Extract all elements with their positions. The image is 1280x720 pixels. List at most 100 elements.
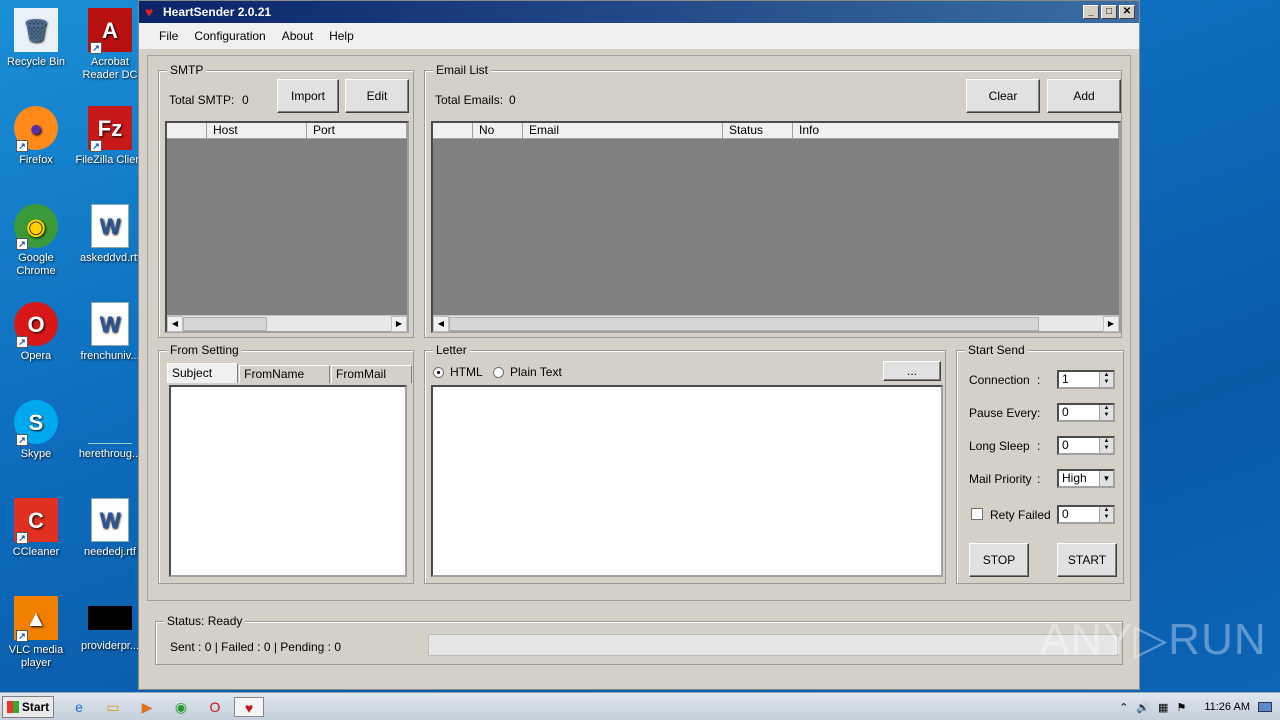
- email-col-info[interactable]: Info: [793, 123, 1119, 138]
- email-col-select[interactable]: [433, 123, 473, 138]
- explorer-icon[interactable]: ▭: [102, 697, 124, 717]
- tab-frommail-list[interactable]: FromMail List: [331, 365, 412, 398]
- smtp-col-select[interactable]: [167, 123, 207, 138]
- desktop-icon[interactable]: herethroug...: [72, 400, 148, 461]
- email-col-status[interactable]: Status: [723, 123, 793, 138]
- email-col-email[interactable]: Email: [523, 123, 723, 138]
- desktop-icon[interactable]: 🗑 Recycle Bin: [0, 8, 74, 69]
- long-sleep-value: 0: [1062, 438, 1069, 452]
- blank-file-icon: [88, 400, 132, 444]
- scroll-right-icon[interactable]: ▶: [391, 316, 407, 332]
- spin-arrows-icon[interactable]: ▲ ▼: [1099, 405, 1113, 420]
- start-button-taskbar[interactable]: Start: [2, 696, 54, 718]
- spin-arrows-icon[interactable]: ▲ ▼: [1099, 438, 1113, 453]
- desktop-icon[interactable]: O ↗ Opera: [0, 302, 74, 363]
- chrome-taskbar-icon[interactable]: ◉: [170, 697, 192, 717]
- import-button[interactable]: Import: [277, 79, 339, 113]
- tab-fromname-list[interactable]: FromName List: [239, 365, 330, 398]
- subject-list-textarea[interactable]: [169, 385, 407, 577]
- shortcut-arrow-icon: ↗: [90, 42, 102, 54]
- desktop-icon[interactable]: providerpr...: [72, 596, 148, 653]
- retry-failed-input[interactable]: 0 ▲ ▼: [1057, 505, 1115, 524]
- pause-every-input[interactable]: 0 ▲ ▼: [1057, 403, 1115, 422]
- long-sleep-label: Long Sleep: [969, 439, 1030, 453]
- client-area: SMTP Total SMTP: 0 Import Edit Host Port…: [147, 55, 1131, 601]
- smtp-grid[interactable]: Host Port ◀ ▶: [165, 121, 409, 333]
- title-bar[interactable]: ♥ HeartSender 2.0.21 _ □ ✕: [139, 1, 1139, 23]
- clock[interactable]: 11:26 AM: [1204, 701, 1250, 713]
- tray-chevron-icon[interactable]: ⌃: [1119, 701, 1128, 714]
- letter-body-textarea[interactable]: [431, 385, 943, 577]
- browse-button[interactable]: ...: [883, 361, 941, 381]
- scroll-left-icon[interactable]: ◀: [167, 316, 183, 332]
- desktop-icon-label: neededj.rtf: [84, 546, 136, 558]
- desktop-icon[interactable]: Wneededj.rtf: [72, 498, 148, 559]
- start-label: Start: [21, 700, 50, 714]
- minimize-button[interactable]: _: [1083, 5, 1099, 19]
- spin-arrows-icon[interactable]: ▲ ▼: [1099, 372, 1113, 387]
- show-desktop-icon[interactable]: [1258, 702, 1272, 712]
- scroll-thumb[interactable]: [449, 317, 1039, 331]
- desktop-icon[interactable]: A ↗ Acrobat Reader DC: [72, 8, 148, 82]
- add-button[interactable]: Add: [1047, 79, 1121, 113]
- media-player-icon[interactable]: ▶: [136, 697, 158, 717]
- filezilla-icon: Fz ↗: [88, 106, 132, 152]
- desktop-icon[interactable]: Fz ↗ FileZilla Client: [72, 106, 148, 167]
- edit-button[interactable]: Edit: [345, 79, 409, 113]
- total-smtp-value: 0: [242, 93, 249, 107]
- desktop-icon[interactable]: Wfrenchuniv...: [72, 302, 148, 363]
- start-send-group: Start Send Connection : 1 ▲ ▼ Pause Every…: [956, 343, 1124, 584]
- anyrun-watermark: ANY▷RUN: [1040, 615, 1267, 664]
- clear-button[interactable]: Clear: [966, 79, 1040, 113]
- desktop-icon[interactable]: C ↗ CCleaner: [0, 498, 74, 559]
- total-smtp-label: Total SMTP:: [169, 93, 235, 107]
- desktop-icon[interactable]: ◉ ↗ Google Chrome: [0, 204, 74, 278]
- smtp-hscroll[interactable]: ◀ ▶: [167, 315, 407, 332]
- desktop-icon[interactable]: Waskeddvd.rtf: [72, 204, 148, 265]
- tab-subject-list[interactable]: Subject List: [167, 363, 239, 399]
- email-col-no[interactable]: No: [473, 123, 523, 138]
- plain-text-radio[interactable]: Plain Text: [493, 365, 562, 379]
- menu-help[interactable]: Help: [321, 29, 362, 43]
- opera-taskbar-icon[interactable]: O: [204, 697, 226, 717]
- smtp-col-port[interactable]: Port: [307, 123, 407, 138]
- desktop-icon[interactable]: S ↗ Skype: [0, 400, 74, 461]
- mail-priority-value: High: [1062, 471, 1087, 485]
- priority-colon: :: [1037, 472, 1041, 486]
- desktop-icon[interactable]: ● ↗ Firefox: [0, 106, 74, 167]
- vlc-icon: ▲ ↗: [14, 596, 58, 642]
- email-hscroll[interactable]: ◀ ▶: [433, 315, 1119, 332]
- retry-failed-checkbox[interactable]: [971, 508, 983, 520]
- smtp-col-host[interactable]: Host: [207, 123, 307, 138]
- menu-about[interactable]: About: [274, 29, 321, 43]
- acrobat-icon: A ↗: [88, 8, 132, 54]
- shortcut-arrow-icon: ↗: [16, 532, 28, 544]
- scroll-thumb[interactable]: [183, 317, 267, 331]
- flag-icon[interactable]: ⚑: [1176, 701, 1186, 714]
- volume-icon[interactable]: 🔊: [1136, 701, 1150, 714]
- heartsender-taskbar-icon[interactable]: ♥: [234, 697, 264, 717]
- html-radio[interactable]: HTML: [433, 365, 483, 379]
- ie-icon[interactable]: e: [68, 697, 90, 717]
- maximize-button[interactable]: □: [1101, 5, 1117, 19]
- start-button[interactable]: START: [1057, 543, 1117, 577]
- desktop-icon[interactable]: ▲ ↗ VLC media player: [0, 596, 74, 670]
- heartsender-window: ♥ HeartSender 2.0.21 _ □ ✕ File Configur…: [138, 0, 1140, 690]
- scroll-right-icon[interactable]: ▶: [1103, 316, 1119, 332]
- long-sleep-input[interactable]: 0 ▲ ▼: [1057, 436, 1115, 455]
- smtp-group: SMTP Total SMTP: 0 Import Edit Host Port…: [158, 63, 414, 338]
- chevron-down-icon[interactable]: ▼: [1099, 471, 1113, 486]
- scroll-left-icon[interactable]: ◀: [433, 316, 449, 332]
- mail-priority-select[interactable]: High ▼: [1057, 469, 1115, 488]
- menu-file[interactable]: File: [151, 29, 186, 43]
- email-grid[interactable]: No Email Status Info ◀ ▶: [431, 121, 1121, 333]
- stop-button[interactable]: STOP: [969, 543, 1029, 577]
- spin-arrows-icon[interactable]: ▲ ▼: [1099, 507, 1113, 522]
- network-icon[interactable]: ▦: [1158, 701, 1168, 714]
- retry-failed-value: 0: [1062, 507, 1069, 521]
- close-button[interactable]: ✕: [1119, 5, 1135, 19]
- connection-input[interactable]: 1 ▲ ▼: [1057, 370, 1115, 389]
- plain-text-radio-label: Plain Text: [510, 365, 562, 379]
- menu-configuration[interactable]: Configuration: [186, 29, 273, 43]
- smtp-title: SMTP: [167, 63, 207, 77]
